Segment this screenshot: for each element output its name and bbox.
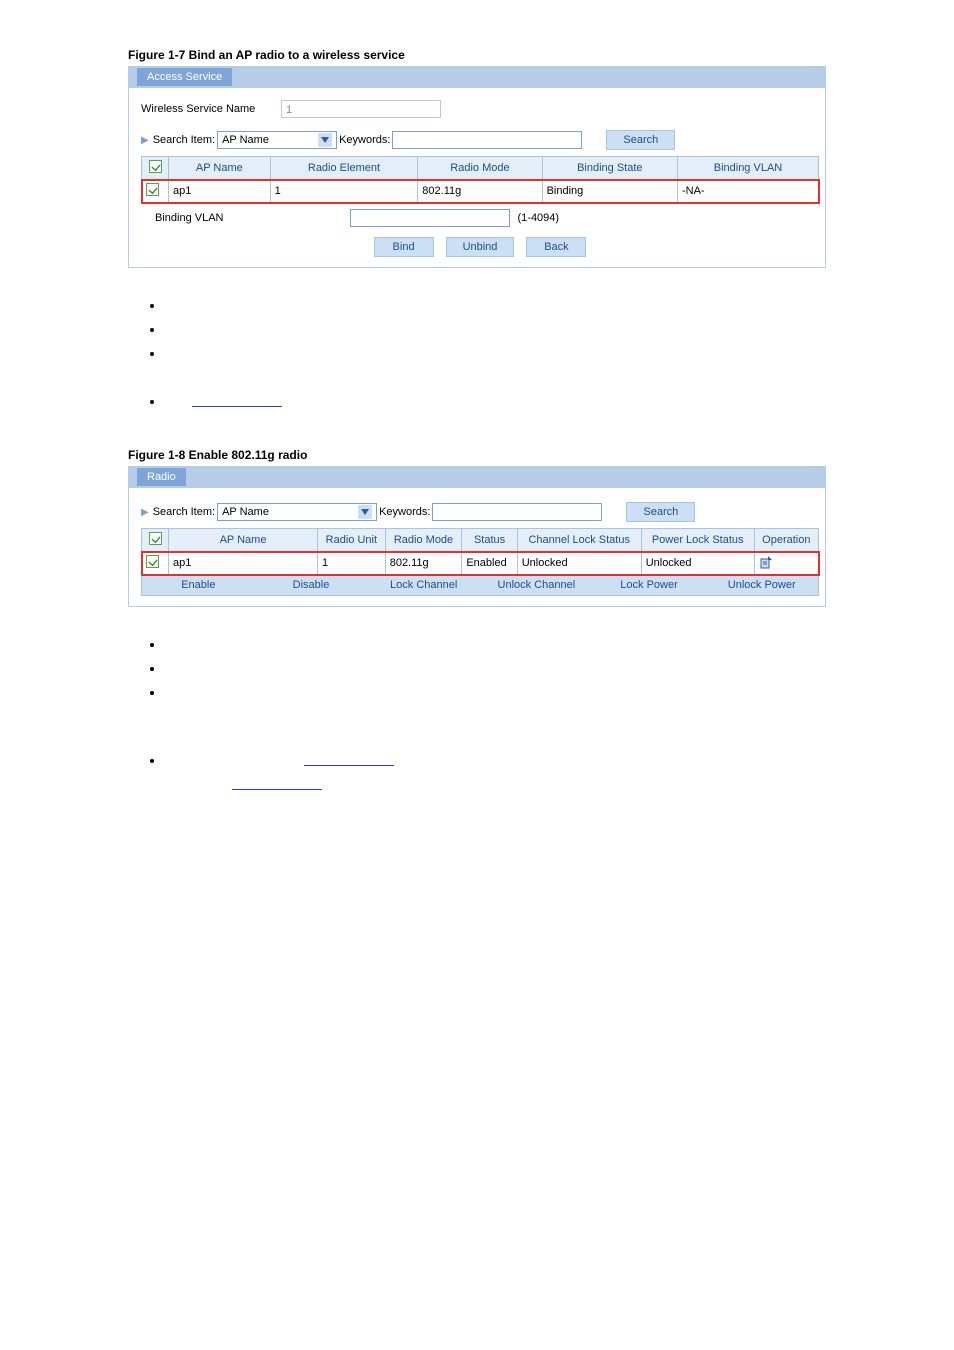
cell-status: Enabled <box>462 552 517 575</box>
panel-tab: Access Service <box>137 68 232 86</box>
search-button-2[interactable]: Search <box>626 502 695 522</box>
chevron-down-icon <box>358 505 372 519</box>
table-header-row: AP Name Radio Element Radio Mode Binding… <box>142 157 819 180</box>
panel-header: Access Service <box>129 67 825 88</box>
table-row[interactable]: ap1 1 802.11g Binding -NA- <box>142 180 819 203</box>
row-checkbox-2[interactable] <box>146 555 159 568</box>
lock-channel-button[interactable]: Lock Channel <box>367 575 480 595</box>
unlock-power-button[interactable]: Unlock Power <box>705 575 818 595</box>
cell-binding-vlan: -NA- <box>677 180 818 203</box>
back-button[interactable]: Back <box>526 237 586 257</box>
figure-title-2: Figure 1-8 Enable 802.11g radio <box>128 448 826 462</box>
binding-vlan-label: Binding VLAN <box>155 212 224 224</box>
col-power-lock[interactable]: Power Lock Status <box>641 529 754 552</box>
col-radio-mode[interactable]: Radio Mode <box>418 157 542 180</box>
keywords-label: Keywords: <box>339 134 390 146</box>
enable-button[interactable]: Enable <box>142 575 255 595</box>
search-item-value-2: AP Name <box>222 506 269 518</box>
keywords-input[interactable] <box>392 131 582 149</box>
row-checkbox[interactable] <box>146 183 159 196</box>
search-button[interactable]: Search <box>606 130 675 150</box>
binding-vlan-range: (1-4094) <box>518 212 560 224</box>
col-binding-state[interactable]: Binding State <box>542 157 677 180</box>
chevron-down-icon <box>318 133 332 147</box>
panel-header-2: Radio <box>129 467 825 488</box>
lock-power-button[interactable]: Lock Power <box>593 575 706 595</box>
wireless-service-name-label: Wireless Service Name <box>141 103 281 115</box>
cell-radio-mode: 802.11g <box>418 180 542 203</box>
action-bar: Enable Disable Lock Channel Unlock Chann… <box>141 575 819 596</box>
checkbox-header[interactable] <box>142 157 169 180</box>
checkbox-header-2[interactable] <box>142 529 169 552</box>
col-ap-name[interactable]: AP Name <box>169 157 271 180</box>
search-item-value: AP Name <box>222 134 269 146</box>
col-radio-unit[interactable]: Radio Unit <box>318 529 386 552</box>
keywords-input-2[interactable] <box>432 503 602 521</box>
disable-button[interactable]: Disable <box>255 575 368 595</box>
panel-tab-2: Radio <box>137 468 186 486</box>
cell-channel-lock: Unlocked <box>517 552 641 575</box>
figure-title-1: Figure 1-7 Bind an AP radio to a wireles… <box>128 48 826 62</box>
col-radio-element[interactable]: Radio Element <box>270 157 418 180</box>
col-status[interactable]: Status <box>462 529 517 552</box>
keywords-label-2: Keywords: <box>379 506 430 518</box>
cell-ap-name: ap1 <box>169 180 271 203</box>
arrow-right-icon: ▶ <box>141 135 149 146</box>
unbind-button[interactable]: Unbind <box>446 237 515 257</box>
bullet-list-1 <box>64 298 954 418</box>
col-channel-lock[interactable]: Channel Lock Status <box>517 529 641 552</box>
cell-radio-unit: 1 <box>318 552 386 575</box>
table-header-row-2: AP Name Radio Unit Radio Mode Status Cha… <box>142 529 819 552</box>
col-operation[interactable]: Operation <box>754 529 818 552</box>
bullet-list-2 <box>64 637 954 777</box>
unlock-channel-button[interactable]: Unlock Channel <box>480 575 593 595</box>
access-service-panel: Access Service Wireless Service Name 1 ▶… <box>128 66 826 268</box>
cell-power-lock: Unlocked <box>641 552 754 575</box>
cell-binding-state: Binding <box>542 180 677 203</box>
col-radio-mode-2[interactable]: Radio Mode <box>385 529 462 552</box>
col-ap-name-2[interactable]: AP Name <box>169 529 318 552</box>
cell-radio-element: 1 <box>270 180 418 203</box>
table-row-2[interactable]: ap1 1 802.11g Enabled Unlocked Unlocked <box>142 552 819 575</box>
cell-ap-name-2: ap1 <box>169 552 318 575</box>
bind-button[interactable]: Bind <box>374 237 434 257</box>
arrow-right-icon: ▶ <box>141 507 149 518</box>
radio-panel: Radio ▶ Search Item: AP Name Keywords: <box>128 466 826 607</box>
cell-radio-mode-2: 802.11g <box>385 552 462 575</box>
edit-icon[interactable] <box>759 556 814 570</box>
radio-table: AP Name Radio Unit Radio Mode Status Cha… <box>141 528 819 575</box>
binding-vlan-input[interactable] <box>350 209 510 227</box>
search-item-select[interactable]: AP Name <box>217 131 337 149</box>
search-item-select-2[interactable]: AP Name <box>217 503 377 521</box>
search-item-label-2: Search Item: <box>153 506 215 518</box>
col-binding-vlan[interactable]: Binding VLAN <box>677 157 818 180</box>
cell-operation[interactable] <box>754 552 818 575</box>
search-item-label: Search Item: <box>153 134 215 146</box>
wireless-service-name-field: 1 <box>281 100 441 118</box>
ap-radio-table: AP Name Radio Element Radio Mode Binding… <box>141 156 819 203</box>
